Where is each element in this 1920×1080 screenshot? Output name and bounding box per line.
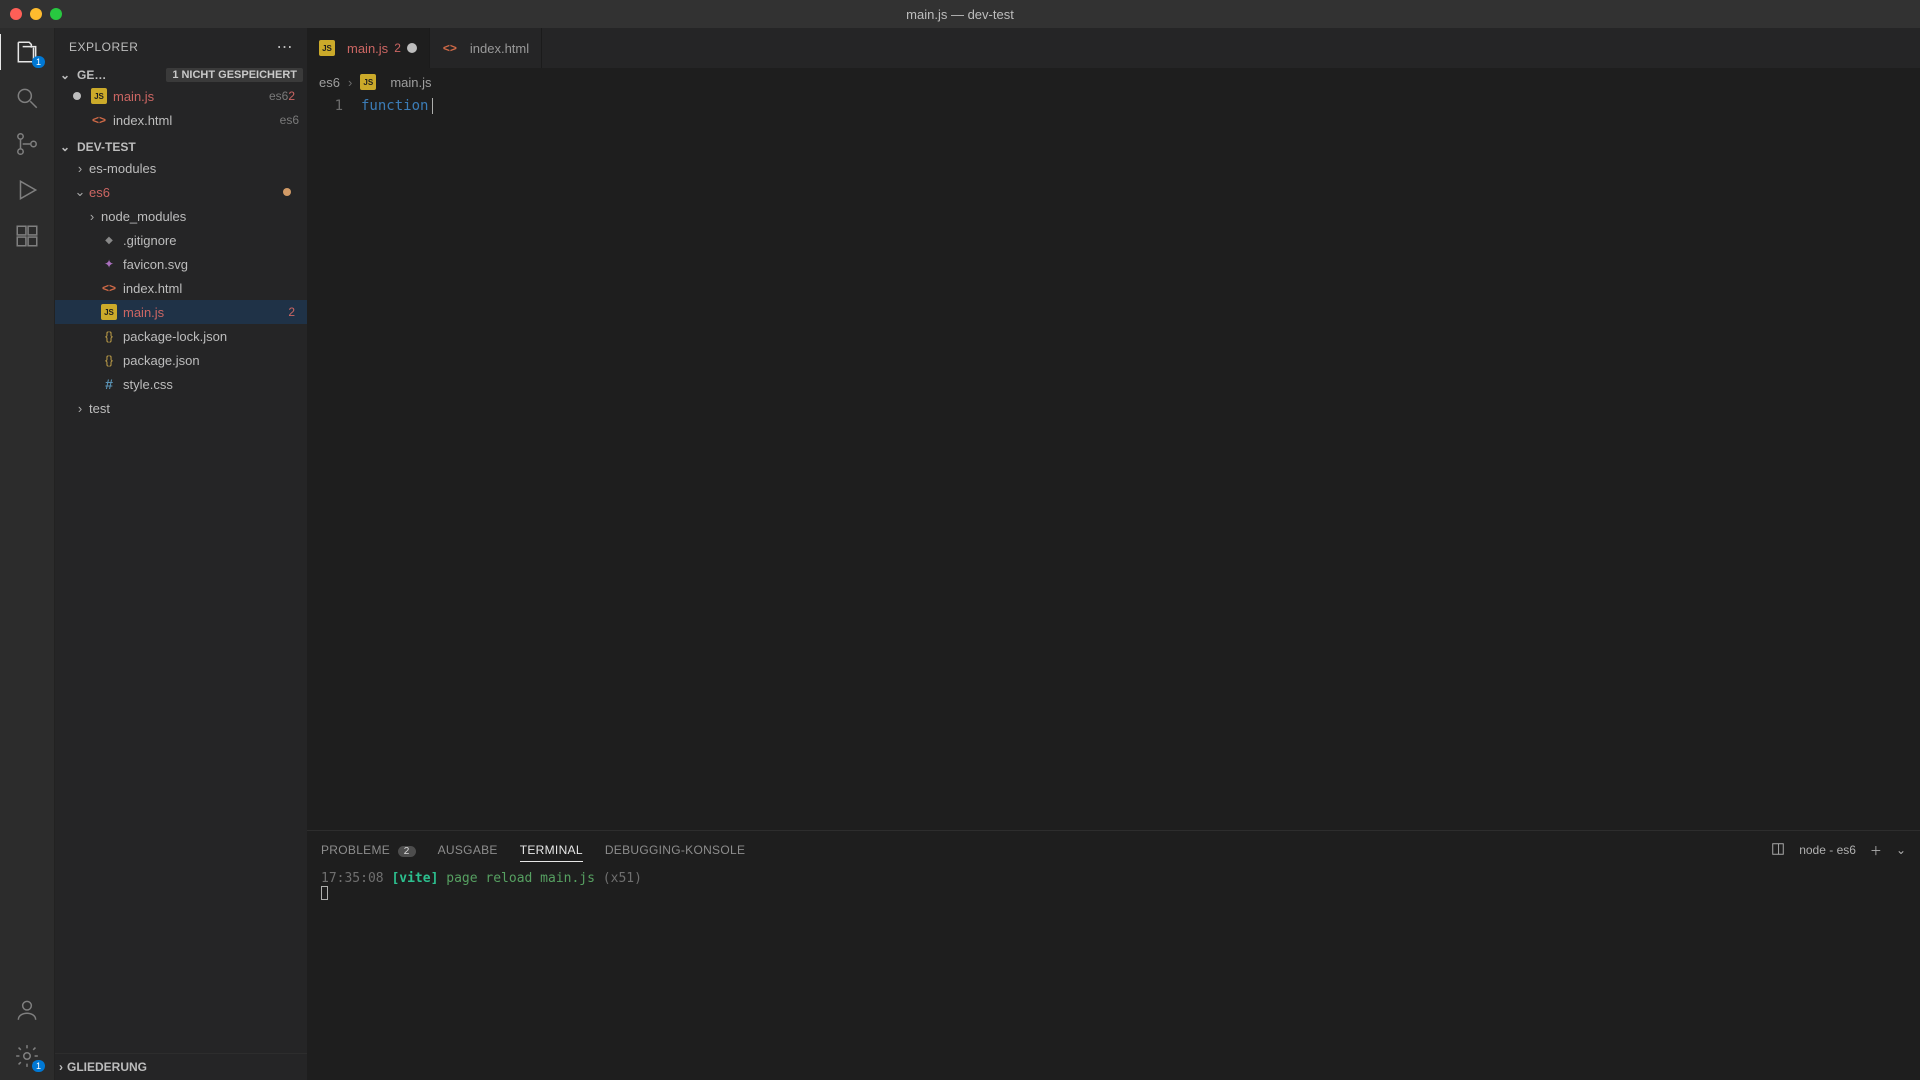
titlebar: main.js — dev-test [0, 0, 1920, 28]
terminal-vite-tag: [vite] [391, 871, 438, 886]
settings-badge: 1 [32, 1060, 45, 1072]
panel-tab-output[interactable]: AUSGABE [438, 839, 498, 861]
code-editor[interactable]: 1 function [307, 96, 1920, 830]
chevron-right-icon: › [73, 401, 87, 416]
extensions-icon[interactable] [13, 222, 41, 250]
new-terminal-icon[interactable]: ＋ [1870, 842, 1882, 859]
chevron-down-icon: ⌄ [73, 184, 87, 200]
file-style-css[interactable]: style.css [55, 372, 307, 396]
code-keyword: function [361, 98, 428, 114]
terminal-output[interactable]: 17:35:08 [vite] page reload main.js (x51… [307, 869, 1920, 1080]
file-error-count: 2 [288, 305, 299, 319]
dirty-dot-icon [73, 92, 81, 100]
breadcrumb-file: main.js [390, 75, 431, 90]
terminal-cursor [321, 886, 328, 900]
file-favicon[interactable]: favicon.svg [55, 252, 307, 276]
outline-label: GLIEDERUNG [67, 1060, 147, 1074]
unsaved-badge: 1 NICHT GESPEICHERT [166, 68, 303, 82]
activity-bar: 1 1 [0, 28, 55, 1080]
tab-label: main.js [347, 41, 388, 56]
dirty-dot-icon [407, 43, 417, 53]
open-editor-error-count: 2 [288, 89, 299, 103]
folder-test[interactable]: › test [55, 396, 307, 420]
tab-error-count: 2 [394, 41, 401, 55]
terminal-dropdown-icon[interactable]: ⌄ [1896, 843, 1906, 857]
terminal-time: 17:35:08 [321, 871, 384, 886]
sidebar: EXPLORER ⋯ ⌄ GE… 1 NICHT GESPEICHERT JS … [55, 28, 307, 1080]
open-editor-item[interactable]: JS main.js es6 2 [55, 84, 307, 108]
terminal-process-label[interactable]: node - es6 [1799, 843, 1856, 857]
modified-folder-dot-icon [283, 188, 291, 196]
chevron-right-icon: › [85, 209, 99, 224]
file-index-html[interactable]: index.html [55, 276, 307, 300]
problems-count: 2 [398, 846, 416, 857]
bottom-panel: PROBLEME 2 AUSGABE TERMINAL DEBUGGING-KO… [307, 830, 1920, 1080]
panel-tab-debug[interactable]: DEBUGGING-KONSOLE [605, 839, 745, 861]
open-editors-label: GE… [77, 68, 106, 82]
terminal-msg: page reload [446, 871, 532, 886]
explorer-icon[interactable]: 1 [13, 38, 41, 66]
chevron-down-icon: ⌄ [57, 140, 73, 154]
file-package-json[interactable]: {} package.json [55, 348, 307, 372]
line-number: 1 [307, 98, 343, 114]
chevron-down-icon: ⌄ [57, 68, 73, 82]
folder-es-modules[interactable]: › es-modules [55, 156, 307, 180]
maximize-window-button[interactable] [50, 8, 62, 20]
terminal-file: main.js [540, 871, 595, 886]
open-editor-tag: es6 [269, 89, 288, 103]
close-window-button[interactable] [10, 8, 22, 20]
js-file-icon: JS [101, 304, 117, 320]
git-file-icon [101, 232, 117, 248]
breadcrumb[interactable]: es6 › JS main.js [307, 68, 1920, 96]
outline-header[interactable]: › GLIEDERUNG [55, 1053, 307, 1080]
panel-tab-terminal[interactable]: TERMINAL [520, 839, 583, 862]
explorer-badge: 1 [32, 56, 45, 68]
html-file-icon [442, 40, 458, 56]
file-gitignore[interactable]: .gitignore [55, 228, 307, 252]
panel-tab-problems[interactable]: PROBLEME 2 [321, 839, 416, 861]
accounts-icon[interactable] [13, 996, 41, 1024]
open-editors-header[interactable]: ⌄ GE… 1 NICHT GESPEICHERT [55, 66, 307, 84]
html-file-icon [101, 280, 117, 296]
open-editor-tag: es6 [280, 113, 299, 127]
window-title: main.js — dev-test [906, 7, 1014, 22]
search-icon[interactable] [13, 84, 41, 112]
tab-index-html[interactable]: index.html [430, 28, 542, 68]
css-file-icon [101, 376, 117, 392]
folder-node-modules[interactable]: › node_modules [55, 204, 307, 228]
js-file-icon: JS [91, 88, 107, 104]
open-editor-label: main.js [113, 89, 263, 104]
folder-es6[interactable]: ⌄ es6 [55, 180, 307, 204]
minimize-window-button[interactable] [30, 8, 42, 20]
terminal-launch-icon[interactable] [1771, 842, 1785, 859]
json-file-icon: {} [101, 328, 117, 344]
chevron-right-icon: › [348, 75, 352, 90]
json-file-icon: {} [101, 352, 117, 368]
source-control-icon[interactable] [13, 130, 41, 158]
terminal-count: (x51) [603, 871, 642, 886]
project-header[interactable]: ⌄ DEV-TEST [55, 138, 307, 156]
chevron-right-icon: › [59, 1060, 63, 1074]
tab-label: index.html [470, 41, 529, 56]
sidebar-title: EXPLORER [69, 40, 138, 54]
tab-main-js[interactable]: JS main.js 2 [307, 28, 430, 68]
js-file-icon: JS [360, 74, 376, 90]
text-cursor [432, 98, 433, 114]
breadcrumb-folder: es6 [319, 75, 340, 90]
file-main-js[interactable]: JS main.js 2 [55, 300, 307, 324]
html-file-icon [91, 112, 107, 128]
open-editor-item[interactable]: index.html es6 [55, 108, 307, 132]
sidebar-more-icon[interactable]: ⋯ [277, 37, 294, 57]
editor-tabs: JS main.js 2 index.html [307, 28, 1920, 68]
svg-file-icon [101, 256, 117, 272]
open-editor-label: index.html [113, 113, 274, 128]
project-label: DEV-TEST [77, 140, 136, 154]
js-file-icon: JS [319, 40, 335, 56]
run-debug-icon[interactable] [13, 176, 41, 204]
file-package-lock[interactable]: {} package-lock.json [55, 324, 307, 348]
settings-gear-icon[interactable]: 1 [13, 1042, 41, 1070]
chevron-right-icon: › [73, 161, 87, 176]
